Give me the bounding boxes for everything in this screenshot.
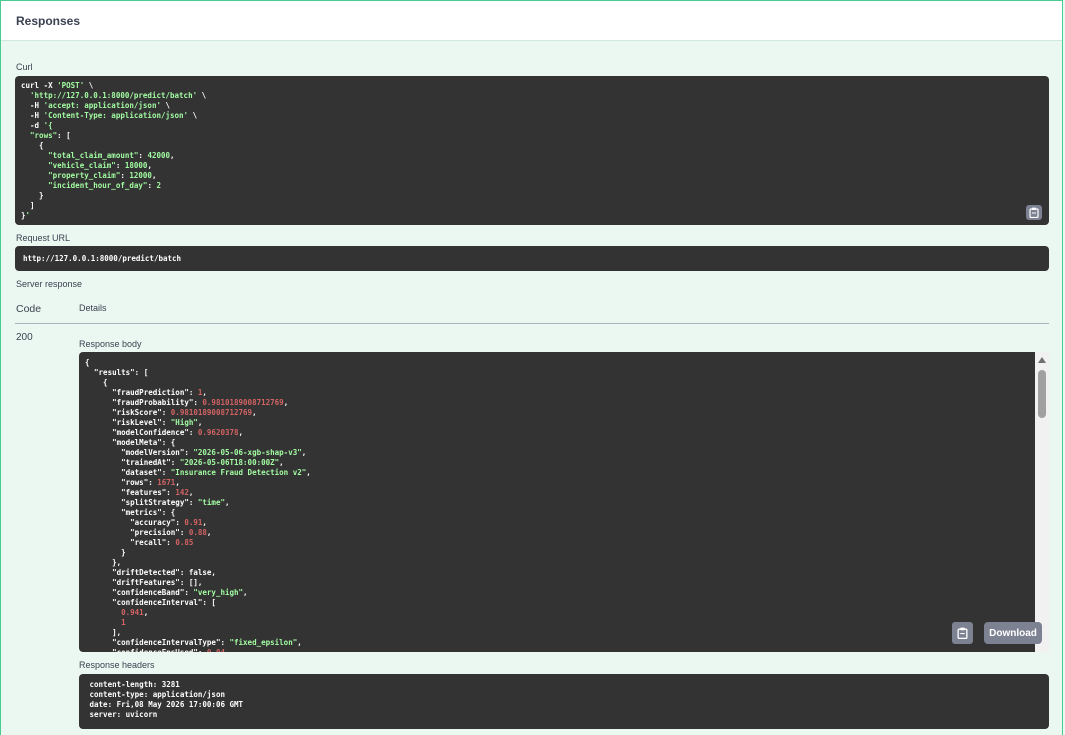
- clipboard-icon: [1029, 207, 1039, 218]
- code-column-header: Code: [16, 303, 42, 315]
- responses-header: Responses: [1, 1, 1062, 41]
- scrollbar-thumb[interactable]: [1038, 370, 1046, 418]
- triangle-up-icon[interactable]: [1035, 354, 1049, 366]
- response-body-scrollbar[interactable]: [1035, 352, 1049, 652]
- curl-code: curl -X 'POST' \ 'http://127.0.0.1:8000/…: [21, 81, 207, 220]
- response-body-block[interactable]: { "results": [ { "fraudPrediction": 1, "…: [79, 352, 1035, 652]
- response-status-code: 200: [16, 332, 33, 343]
- request-url-box[interactable]: http://127.0.0.1:8000/predict/batch: [15, 246, 1049, 271]
- server-response-label: Server response: [16, 279, 83, 289]
- response-headers-code: content-length: 3281 content-type: appli…: [89, 680, 244, 719]
- request-url-value: http://127.0.0.1:8000/predict/batch: [23, 254, 182, 263]
- curl-label: Curl: [16, 62, 33, 72]
- copy-curl-button[interactable]: [1026, 205, 1042, 220]
- response-headers-block[interactable]: content-length: 3281 content-type: appli…: [79, 674, 1049, 729]
- request-url-label: Request URL: [16, 233, 71, 243]
- details-column-header: Details: [79, 303, 107, 313]
- clipboard-icon: [957, 627, 968, 639]
- response-table-header: Code Details: [15, 295, 1049, 324]
- copy-response-button[interactable]: [952, 622, 973, 644]
- response-headers-label: Response headers: [79, 660, 155, 670]
- response-body-label: Response body: [79, 339, 142, 349]
- download-button[interactable]: Download: [984, 622, 1042, 644]
- response-body-code: { "results": [ { "fraudPrediction": 1, "…: [85, 358, 311, 652]
- curl-code-block[interactable]: curl -X 'POST' \ 'http://127.0.0.1:8000/…: [15, 76, 1049, 225]
- responses-title: Responses: [16, 14, 81, 28]
